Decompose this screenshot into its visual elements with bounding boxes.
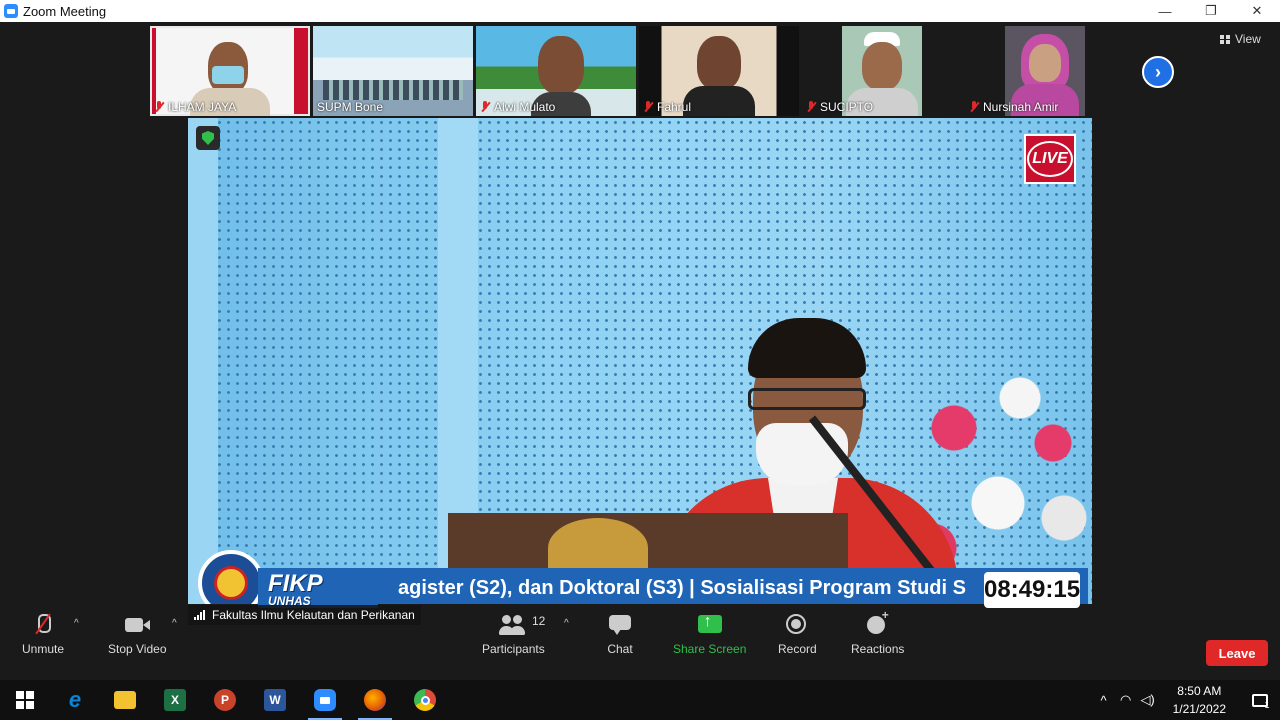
notification-center-icon[interactable]: 1 (1240, 693, 1280, 710)
mic-muted-icon (643, 101, 653, 113)
chrome-icon (414, 689, 436, 711)
stop-video-button[interactable]: Stop Video (108, 614, 167, 656)
title-bar: Zoom Meeting — ❐ ✕ (0, 0, 1280, 22)
participants-count: 12 (532, 614, 546, 628)
folder-icon (114, 691, 136, 709)
leave-button[interactable]: Leave (1206, 640, 1268, 666)
audio-options-caret[interactable]: ^ (74, 618, 79, 629)
taskbar-app-excel[interactable]: X (150, 680, 200, 720)
zoom-icon (314, 689, 336, 711)
video-options-caret[interactable]: ^ (172, 618, 177, 629)
close-button[interactable]: ✕ (1234, 0, 1280, 22)
share-screen-button[interactable]: Share Screen (673, 613, 746, 656)
chevron-right-icon: › (1155, 61, 1161, 82)
participants-icon (499, 614, 527, 636)
view-label: View (1235, 32, 1261, 46)
taskbar-app-zoom[interactable] (300, 680, 350, 720)
window-controls: — ❐ ✕ (1142, 0, 1280, 22)
windows-taskbar: e X P W ^ ◠ ◁) 8:50 AM 1/21/2022 1 (0, 680, 1280, 720)
participant-tile[interactable]: Fahrul (639, 26, 799, 116)
gallery-next-button[interactable]: › (1142, 56, 1174, 88)
mic-muted-icon (154, 101, 164, 113)
restore-button[interactable]: ❐ (1188, 0, 1234, 22)
excel-icon: X (164, 689, 186, 711)
taskbar-app-word[interactable]: W (250, 680, 300, 720)
system-date: 1/21/2022 (1172, 702, 1226, 716)
broadcast-clock: 08:49:15 (984, 572, 1080, 608)
chat-icon (606, 614, 634, 636)
video-camera-icon (123, 614, 151, 636)
mic-muted-icon (480, 101, 490, 113)
signal-strength-icon (194, 610, 206, 620)
participant-tile[interactable]: SUCIPTO (802, 26, 962, 116)
powerpoint-icon: P (214, 689, 236, 711)
active-speaker-name: Fakultas Ilmu Kelautan dan Perikanan (212, 608, 415, 622)
window-title: Zoom Meeting (23, 3, 107, 19)
live-label: LIVE (1027, 141, 1073, 177)
taskbar-app-file-explorer[interactable] (100, 680, 150, 720)
security-shield-icon[interactable] (196, 126, 220, 150)
mic-muted-icon (969, 101, 979, 113)
windows-logo-icon (16, 691, 34, 709)
broadcast-brand: FIKP UNHAS (268, 570, 323, 608)
edge-icon: e (68, 687, 82, 712)
unmute-button[interactable]: Unmute (22, 614, 64, 656)
record-icon (783, 614, 811, 636)
notification-count: 1 (1264, 700, 1270, 710)
start-button[interactable] (0, 680, 50, 720)
gallery-strip: ILHAM JAYA SUPM Bone Alwi Mulato Fahrul (150, 26, 1125, 116)
main-video[interactable]: LIVE agister (S2), dan Doktoral (S3) | S… (188, 118, 1092, 626)
participant-tile[interactable]: ILHAM JAYA (150, 26, 310, 116)
system-tray: ^ ◠ ◁) 8:50 AM 1/21/2022 1 (1093, 680, 1280, 720)
minimize-button[interactable]: — (1142, 0, 1188, 22)
participant-name: Nursinah Amir (983, 100, 1059, 114)
participant-name: Alwi Mulato (494, 100, 556, 114)
participant-tile[interactable]: Alwi Mulato (476, 26, 636, 116)
participant-name: ILHAM JAYA (168, 100, 237, 114)
active-speaker-label: Fakultas Ilmu Kelautan dan Perikanan (188, 605, 421, 625)
zoom-app-icon (4, 4, 18, 18)
taskbar-app-powerpoint[interactable]: P (200, 680, 250, 720)
volume-icon[interactable]: ◁) (1137, 692, 1159, 708)
participant-tile[interactable]: SUPM Bone (313, 26, 473, 116)
taskbar-app-firefox[interactable] (350, 680, 400, 720)
news-ticker: agister (S2), dan Doktoral (S3) | Sosial… (258, 568, 1088, 608)
participant-name: Fahrul (657, 100, 692, 114)
system-clock[interactable]: 8:50 AM 1/21/2022 (1159, 682, 1240, 718)
taskbar-app-edge[interactable]: e (50, 680, 100, 720)
system-time: 8:50 AM (1177, 684, 1222, 698)
emoji-reaction-icon (864, 608, 892, 636)
meeting-area: ILHAM JAYA SUPM Bone Alwi Mulato Fahrul (0, 22, 1280, 680)
live-badge: LIVE (1024, 134, 1076, 184)
participant-name: SUCIPTO (820, 100, 874, 114)
gallery-view-icon (1220, 34, 1230, 44)
mic-muted-icon (806, 101, 816, 113)
microphone-muted-icon (29, 614, 57, 636)
participant-name: SUPM Bone (317, 100, 384, 114)
view-button[interactable]: View (1220, 32, 1261, 46)
share-screen-icon (696, 613, 724, 636)
wifi-icon[interactable]: ◠ (1115, 692, 1137, 708)
participant-tile[interactable]: Nursinah Amir (965, 26, 1125, 116)
participants-options-caret[interactable]: ^ (564, 618, 569, 629)
chat-button[interactable]: Chat (606, 614, 634, 656)
firefox-icon (364, 689, 386, 711)
chevron-up-icon[interactable]: ^ (1093, 693, 1115, 708)
word-icon: W (264, 689, 286, 711)
record-button[interactable]: Record (778, 614, 817, 656)
reactions-button[interactable]: Reactions (851, 608, 904, 656)
taskbar-app-chrome[interactable] (400, 680, 450, 720)
